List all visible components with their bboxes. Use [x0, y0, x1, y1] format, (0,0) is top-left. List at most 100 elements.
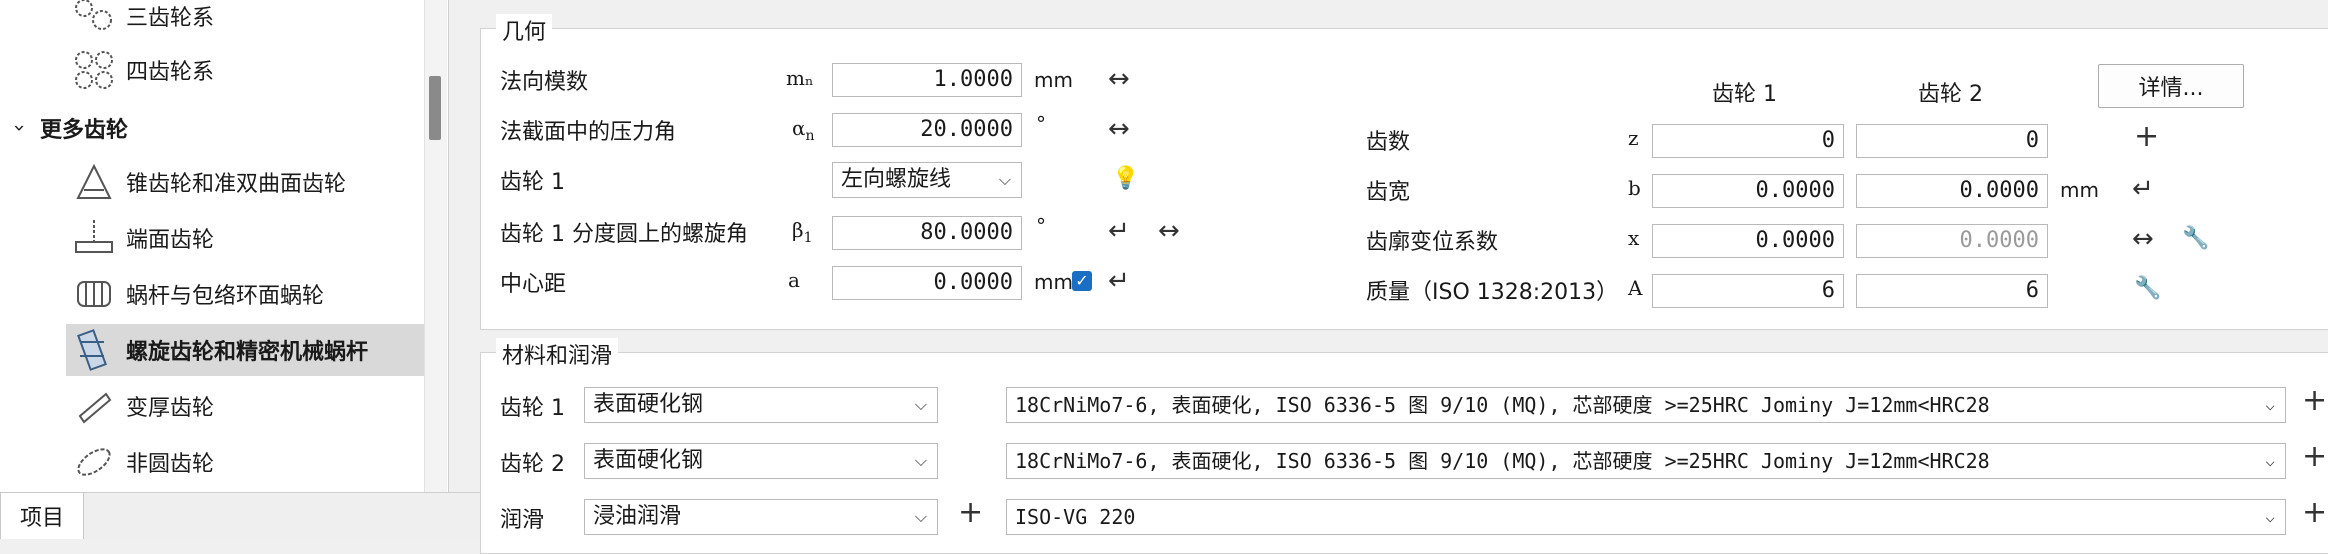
sidebar-scrollbar[interactable] — [424, 0, 447, 492]
tree-group-more-gears[interactable]: › 更多齿轮 — [0, 108, 128, 148]
swap-arrows-icon[interactable]: ↔ — [1108, 66, 1130, 92]
details-button[interactable]: 详情... — [2098, 64, 2244, 108]
normal-module-unit: mm — [1034, 68, 1073, 92]
gear-train-3-icon — [75, 0, 112, 30]
tree-item-label: 螺旋齿轮和精密机械蜗杆 — [126, 340, 369, 365]
lightbulb-icon[interactable]: 💡 — [1112, 166, 1139, 192]
beveloid-gear-icon — [78, 392, 112, 424]
normal-module-label: 法向模数 — [500, 70, 589, 95]
swap-arrows-icon[interactable]: ↔ — [1158, 218, 1180, 244]
center-distance-label: 中心距 — [500, 272, 567, 297]
tree-item-label: 非圆齿轮 — [126, 452, 215, 477]
tree-item-label: 四齿轮系 — [126, 60, 215, 85]
tree-item-three-gear-train[interactable]: 三齿轮系 — [70, 0, 214, 42]
gear1-helix-hand-select[interactable]: 左向螺旋线 ⌵ — [832, 162, 1022, 198]
plus-icon[interactable]: + — [958, 498, 983, 528]
column-header-gear1: 齿轮 1 — [1712, 82, 1777, 107]
gear1-material-spec-select[interactable]: 18CrNiMo7-6, 表面硬化, ISO 6336-5 图 9/10 (MQ… — [1006, 387, 2286, 423]
swap-arrows-icon[interactable]: ↔ — [2132, 226, 2154, 252]
gear2-material-type-select[interactable]: 表面硬化钢 ⌵ — [584, 443, 938, 479]
face-gear-icon — [75, 220, 113, 253]
face-width-label: 齿宽 — [1366, 180, 1411, 205]
tree-item-label: 蜗杆与包络环面蜗轮 — [126, 284, 325, 309]
gear1-profile-shift-input[interactable]: 0.0000 — [1652, 224, 1844, 258]
tree-item-label: 端面齿轮 — [126, 228, 215, 253]
plus-icon[interactable]: + — [2134, 122, 2159, 152]
quality-symbol: A — [1628, 276, 1643, 300]
gear-type-tree: 三齿轮系 四齿轮系 › 更多齿轮 锥齿轮和准双曲面齿轮 端面齿轮 蜗杆与包络环面… — [0, 0, 449, 492]
plus-icon[interactable]: + — [2302, 386, 2327, 416]
tree-item-beveloid-gear[interactable]: 变厚齿轮 — [70, 380, 214, 432]
center-distance-input[interactable]: 0.0000 — [832, 266, 1022, 300]
non-circular-gear-icon — [77, 448, 111, 476]
teeth-count-symbol: z — [1628, 126, 1639, 150]
normal-module-input[interactable]: 1.0000 — [832, 63, 1022, 97]
crossed-helical-gear-icon — [77, 329, 107, 371]
normal-module-symbol: mₙ — [786, 66, 814, 90]
pressure-angle-unit: ° — [1036, 112, 1046, 136]
profile-shift-label: 齿廓变位系数 — [1366, 230, 1499, 255]
gear2-material-spec-select[interactable]: 18CrNiMo7-6, 表面硬化, ISO 6336-5 图 9/10 (MQ… — [1006, 443, 2286, 479]
center-distance-unit: mm — [1034, 270, 1073, 294]
gear2-width-input[interactable]: 0.0000 — [1856, 174, 2048, 208]
chevron-down-icon: ⌵ — [914, 395, 927, 414]
plus-icon[interactable]: + — [2302, 442, 2327, 472]
lubricant-select[interactable]: ISO-VG 220 ⌵ — [1006, 499, 2286, 535]
quality-label: 质量（ISO 1328:2013） — [1366, 280, 1619, 305]
column-header-gear2: 齿轮 2 — [1918, 82, 1983, 107]
bevel-gear-icon — [76, 163, 112, 199]
tree-item-face-gear[interactable]: 端面齿轮 — [70, 212, 214, 264]
wrench-icon[interactable]: 🔧 — [2182, 226, 2209, 252]
tree-item-four-gear-train[interactable]: 四齿轮系 — [70, 44, 214, 96]
gear2-material-label: 齿轮 2 — [500, 452, 565, 477]
helix-angle-input[interactable]: 80.0000 — [832, 216, 1022, 250]
center-distance-checkbox[interactable]: ✓ — [1072, 271, 1092, 291]
lubrication-type-select[interactable]: 浸油润滑 ⌵ — [584, 499, 938, 535]
chevron-down-icon: ⌵ — [914, 507, 927, 526]
return-arrow-icon[interactable]: ↵ — [1108, 268, 1130, 294]
expand-chevron-icon[interactable]: › — [8, 108, 32, 148]
material-group-title: 材料和润滑 — [496, 338, 619, 370]
lubrication-label: 润滑 — [500, 508, 545, 533]
helix-angle-unit: ° — [1036, 214, 1046, 238]
face-width-symbol: b — [1628, 176, 1641, 200]
tree-group-label: 更多齿轮 — [40, 118, 129, 143]
tree-item-non-circular-gear[interactable]: 非圆齿轮 — [70, 436, 214, 488]
helix-angle-label: 齿轮 1 分度圆上的螺旋角 — [500, 222, 748, 247]
teeth-count-label: 齿数 — [1366, 130, 1411, 155]
gear-train-4-icon — [75, 51, 113, 89]
tree-item-worm-gear[interactable]: 蜗杆与包络环面蜗轮 — [70, 268, 324, 320]
tree-item-label: 锥齿轮和准双曲面齿轮 — [126, 172, 347, 197]
chevron-down-icon: ⌵ — [998, 170, 1011, 189]
sidebar-scrollbar-thumb[interactable] — [429, 76, 441, 140]
gear2-profile-shift-input: 0.0000 — [1856, 224, 2048, 258]
wrench-icon[interactable]: 🔧 — [2134, 276, 2161, 302]
center-distance-symbol: a — [788, 268, 800, 292]
return-arrow-icon[interactable]: ↵ — [1108, 218, 1130, 244]
tree-item-bevel-gear[interactable]: 锥齿轮和准双曲面齿轮 — [70, 156, 346, 208]
gear1-teeth-input[interactable]: 0 — [1652, 124, 1844, 158]
gear2-teeth-input[interactable]: 0 — [1856, 124, 2048, 158]
tab-project[interactable]: 项目 — [0, 492, 84, 539]
tree-item-label: 三齿轮系 — [126, 6, 215, 31]
plus-icon[interactable]: + — [2302, 498, 2327, 528]
helix-angle-symbol: β1 — [792, 218, 813, 246]
pressure-angle-label: 法截面中的压力角 — [500, 120, 677, 145]
chevron-down-icon: ⌵ — [2265, 395, 2275, 414]
profile-shift-symbol: x — [1628, 226, 1640, 250]
gear1-material-type-select[interactable]: 表面硬化钢 ⌵ — [584, 387, 938, 423]
chevron-down-icon: ⌵ — [2265, 507, 2275, 526]
swap-arrows-icon[interactable]: ↔ — [1108, 116, 1130, 142]
tree-item-label: 变厚齿轮 — [126, 396, 215, 421]
geometry-group-title: 几何 — [496, 14, 553, 46]
gear2-quality-input[interactable]: 6 — [1856, 274, 2048, 308]
pressure-angle-input[interactable]: 20.0000 — [832, 113, 1022, 147]
return-arrow-icon[interactable]: ↵ — [2132, 176, 2154, 202]
gear1-material-label: 齿轮 1 — [500, 396, 565, 421]
chevron-down-icon: ⌵ — [2265, 451, 2275, 470]
pressure-angle-symbol: αn — [792, 116, 815, 144]
gear1-quality-input[interactable]: 6 — [1652, 274, 1844, 308]
gear1-width-input[interactable]: 0.0000 — [1652, 174, 1844, 208]
chevron-down-icon: ⌵ — [914, 451, 927, 470]
tree-item-crossed-helical-gear[interactable]: 螺旋齿轮和精密机械蜗杆 — [66, 324, 424, 376]
